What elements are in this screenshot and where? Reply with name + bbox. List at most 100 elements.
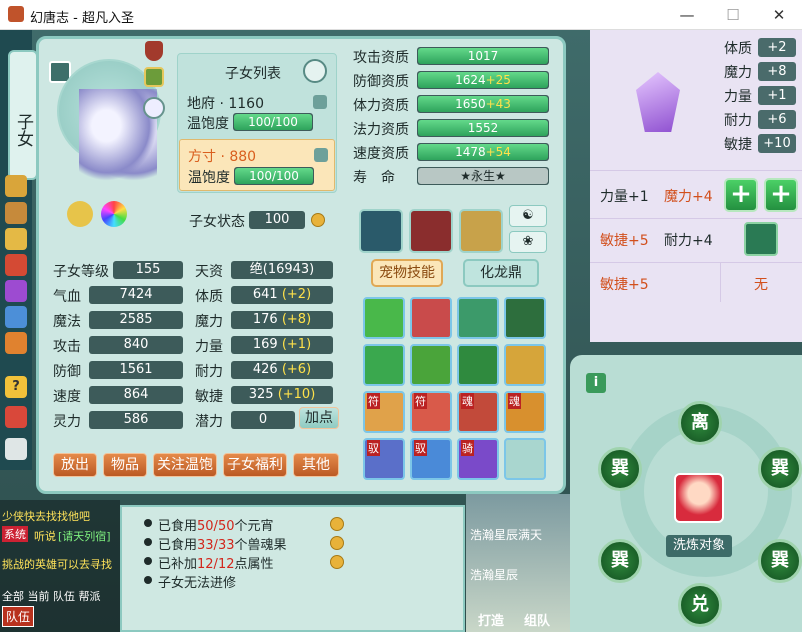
stat-label: 魔力 — [195, 314, 223, 330]
tab-pet-skill[interactable]: 宠物技能 — [371, 259, 443, 287]
action-button[interactable]: 放出 — [53, 453, 97, 477]
tab-children[interactable]: 子女 — [8, 50, 38, 180]
ranking-icon[interactable] — [5, 175, 27, 197]
skill-slot[interactable]: 骑 — [457, 438, 499, 480]
stat-value: 155 — [113, 261, 183, 279]
yin-yang-icon[interactable]: ☯ — [509, 205, 547, 227]
row3-a: 敏捷+5 — [600, 277, 649, 293]
skill-slot[interactable]: 魂 — [504, 391, 546, 433]
attr-value: +8 — [758, 62, 796, 81]
flame-icon[interactable] — [5, 332, 27, 354]
stat-label: 速度 — [53, 389, 81, 405]
add-button-2[interactable]: + — [764, 178, 798, 212]
skill-slot[interactable]: 驭 — [410, 438, 452, 480]
skill-slot[interactable]: 符 — [363, 391, 405, 433]
cube-icon[interactable] — [5, 306, 27, 328]
info-icon[interactable]: i — [586, 373, 606, 393]
skill-slot[interactable] — [363, 344, 405, 386]
attr-panel: 体质 +2 魔力 +8 力量 +1 耐力 +6 敏捷 +10 力量+1 魔力+4 + + 敏捷+5… — [590, 30, 802, 342]
aptitude-bar: 1478+54 — [417, 143, 549, 161]
gem-top[interactable]: 离 — [678, 401, 722, 445]
scroll-icon[interactable] — [144, 67, 164, 87]
skill-slot[interactable] — [363, 297, 405, 339]
chat-tabs[interactable]: 全部 当前 队伍 帮派 — [2, 588, 101, 604]
help-icon[interactable]: ? — [5, 376, 27, 398]
giftbox-icon[interactable] — [5, 406, 27, 428]
add-point-button[interactable]: 加点 — [299, 407, 339, 429]
info-line: 已补加12/12点属性 — [158, 557, 274, 572]
refresh-icon[interactable] — [303, 59, 327, 83]
maximize-button[interactable]: ☐ — [710, 2, 756, 28]
attr-value: +1 — [758, 86, 796, 105]
skill-slot[interactable] — [504, 344, 546, 386]
skill-slot[interactable] — [457, 297, 499, 339]
equip-slot-1[interactable] — [359, 209, 403, 253]
equip-slot-2[interactable] — [409, 209, 453, 253]
action-button[interactable]: 子女福利 — [223, 453, 287, 477]
action-button[interactable]: 其他 — [293, 453, 339, 477]
potion-icon[interactable] — [5, 280, 27, 302]
info-coin-icon[interactable] — [330, 517, 344, 531]
attr-value: +2 — [758, 38, 796, 57]
aptitude-bonus: +43 — [485, 97, 511, 111]
team-channel[interactable]: 队伍 — [2, 606, 35, 627]
skill-slot[interactable] — [457, 344, 499, 386]
aptitude-fill: 1017 — [418, 48, 548, 64]
tab-hualong[interactable]: 化龙鼎 — [463, 259, 539, 287]
child-2-edit-icon[interactable] — [314, 148, 328, 162]
equip-slot-3[interactable] — [459, 209, 503, 253]
status-info-icon[interactable] — [311, 213, 325, 227]
badge-icon[interactable] — [67, 201, 93, 227]
gem-right-upper[interactable]: 巽 — [758, 447, 802, 491]
skill-slot[interactable] — [504, 438, 546, 480]
team-button[interactable]: 组队 — [524, 610, 550, 629]
skill-slot[interactable] — [504, 297, 546, 339]
attr-label: 敏捷 — [724, 137, 752, 153]
tv-icon[interactable] — [5, 438, 27, 460]
gift-icon[interactable] — [5, 228, 27, 250]
minimize-button[interactable]: — — [664, 2, 710, 28]
gem-left-upper[interactable]: 巽 — [598, 447, 642, 491]
chat-line-3: 挑战的英雄可以去寻找 — [2, 558, 112, 571]
child-1-satiety-label: 温饱度 — [187, 116, 229, 132]
color-wheel-icon[interactable] — [101, 201, 127, 227]
info-coin-icon[interactable] — [330, 555, 344, 569]
action-button[interactable]: 物品 — [103, 453, 147, 477]
attr-label: 魔力 — [724, 65, 752, 81]
child-1-edit-icon[interactable] — [313, 95, 327, 109]
row2-b: 耐力+4 — [664, 233, 713, 249]
aptitude-bonus: +54 — [485, 145, 511, 159]
gem-right-lower[interactable]: 巽 — [758, 539, 802, 583]
forge-button[interactable]: 打造 — [478, 610, 504, 629]
wash-target-portrait[interactable] — [674, 473, 724, 523]
skill-slot[interactable]: 魂 — [457, 391, 499, 433]
wash-target-label: 洗炼对象 — [666, 535, 732, 557]
gem-left-lower[interactable]: 巽 — [598, 539, 642, 583]
system-tag: 系统 — [2, 526, 28, 542]
close-button[interactable]: ✕ — [756, 2, 802, 28]
aptitude-label: 寿 命 — [353, 170, 395, 186]
child-item-1[interactable]: 地府 · 1160 温饱度 100/100 — [177, 87, 337, 135]
skill-book-icon[interactable] — [744, 222, 778, 256]
skill-slot[interactable]: 符 — [410, 391, 452, 433]
skill-mark: 骑 — [461, 440, 474, 456]
window-title: 幻唐志 - 超凡入圣 — [30, 11, 134, 26]
action-button[interactable]: 关注温饱 — [153, 453, 217, 477]
magnifier-icon[interactable] — [143, 97, 165, 119]
stat-label: 防御 — [53, 364, 81, 380]
target-icon[interactable] — [5, 254, 27, 276]
attr-label: 力量 — [724, 89, 752, 105]
info-coin-icon[interactable] — [330, 536, 344, 550]
aptitude-bonus: +25 — [485, 73, 511, 87]
child-item-2[interactable]: 方寸 · 880 温饱度 100/100 — [179, 139, 335, 191]
shield-icon[interactable] — [145, 41, 163, 61]
gem-bottom[interactable]: 兑 — [678, 583, 722, 627]
paw-icon[interactable]: ❀ — [509, 231, 547, 253]
add-button-1[interactable]: + — [724, 178, 758, 212]
divider — [590, 262, 802, 263]
skill-slot[interactable] — [410, 297, 452, 339]
pet-icon[interactable] — [5, 202, 27, 224]
skill-slot[interactable] — [410, 344, 452, 386]
skill-mark: 驭 — [414, 440, 427, 456]
skill-slot[interactable]: 驭 — [363, 438, 405, 480]
